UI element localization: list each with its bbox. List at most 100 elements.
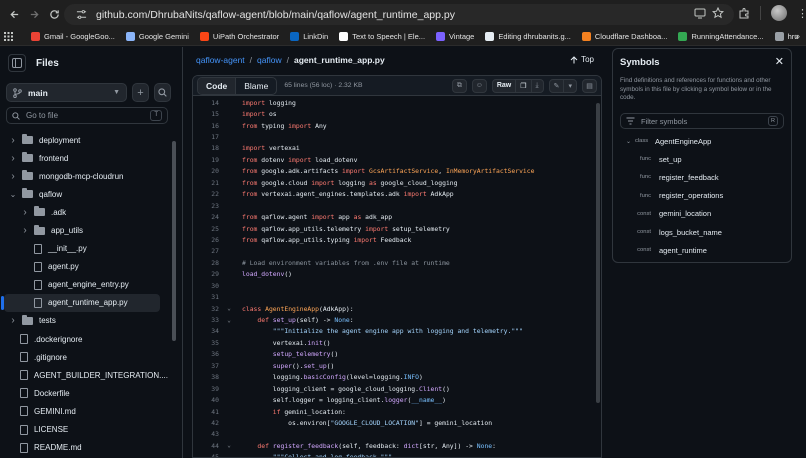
symbol-item[interactable]: const logs_bucket_name bbox=[613, 223, 793, 241]
tree-folder[interactable]: › frontend bbox=[0, 149, 168, 167]
fold-chevron-icon[interactable]: ⌄ bbox=[223, 317, 235, 324]
close-icon[interactable]: ✕ bbox=[775, 55, 784, 68]
tree-file[interactable]: README.md bbox=[0, 439, 168, 457]
search-button[interactable] bbox=[154, 83, 171, 102]
line-number[interactable]: 17 bbox=[193, 133, 223, 141]
copy-raw-button[interactable]: ❐ bbox=[516, 79, 532, 92]
tree-file[interactable]: .gitignore bbox=[0, 348, 168, 366]
edit-button[interactable]: ✎ bbox=[550, 79, 565, 92]
line-number[interactable]: 18 bbox=[193, 144, 223, 152]
filter-symbols-input[interactable]: Filter symbols R bbox=[620, 113, 784, 129]
bookmark-star-icon[interactable] bbox=[712, 7, 724, 19]
back-icon[interactable] bbox=[4, 4, 24, 24]
more-bookmarks-icon[interactable]: » bbox=[795, 31, 800, 41]
address-bar[interactable]: github.com/DhrubaNits/qaflow-agent/blob/… bbox=[64, 4, 734, 25]
line-number[interactable]: 39 bbox=[193, 385, 223, 393]
sidebar-scrollbar[interactable] bbox=[171, 131, 177, 457]
line-number[interactable]: 43 bbox=[193, 430, 223, 438]
bookmark-item[interactable]: RunningAttendance... bbox=[678, 32, 764, 41]
line-number[interactable]: 16 bbox=[193, 122, 223, 130]
bookmark-item[interactable]: Google Gemini bbox=[125, 32, 189, 41]
line-number[interactable]: 44 bbox=[193, 442, 223, 450]
tree-file[interactable]: agent.py bbox=[0, 258, 168, 276]
line-number[interactable]: 45 bbox=[193, 453, 223, 457]
code-scroll-thumb[interactable] bbox=[596, 103, 600, 403]
line-number[interactable]: 32 bbox=[193, 305, 223, 313]
line-number[interactable]: 20 bbox=[193, 167, 223, 175]
bookmark-item[interactable]: UiPath Orchestrator bbox=[199, 32, 279, 41]
collapse-sidebar-button[interactable] bbox=[8, 54, 26, 72]
tree-file[interactable]: .dockerignore bbox=[0, 330, 168, 348]
back-to-top-link[interactable]: Top bbox=[570, 55, 594, 64]
forward-icon[interactable] bbox=[24, 4, 44, 24]
tree-file[interactable]: agent_engine_entry.py bbox=[0, 276, 168, 294]
tree-folder[interactable]: › tests bbox=[0, 312, 168, 330]
line-number[interactable]: 37 bbox=[193, 362, 223, 370]
bookmark-item[interactable]: Vintage bbox=[436, 32, 474, 41]
line-number[interactable]: 23 bbox=[193, 202, 223, 210]
line-number[interactable]: 36 bbox=[193, 350, 223, 358]
sidebar-scroll-thumb[interactable] bbox=[172, 141, 176, 341]
symbol-item[interactable]: func set_up bbox=[613, 150, 793, 168]
code-scrollbar[interactable] bbox=[595, 97, 601, 457]
edit-dropdown-button[interactable]: ▾ bbox=[564, 80, 576, 92]
tree-file[interactable]: LICENSE bbox=[0, 421, 168, 439]
go-to-file-input[interactable]: Go to file T bbox=[6, 107, 168, 124]
fold-chevron-icon[interactable]: ⌄ bbox=[223, 305, 235, 312]
tree-file[interactable]: AGENT_BUILDER_INTEGRATION.... bbox=[0, 366, 168, 384]
tree-file[interactable]: Dockerfile bbox=[0, 384, 168, 402]
breadcrumb-folder-link[interactable]: qaflow bbox=[257, 55, 282, 65]
bookmark-item[interactable]: Gmail - GoogleGoo... bbox=[31, 32, 115, 41]
line-number[interactable]: 29 bbox=[193, 270, 223, 278]
line-number[interactable]: 31 bbox=[193, 293, 223, 301]
line-number[interactable]: 35 bbox=[193, 339, 223, 347]
reload-icon[interactable] bbox=[44, 4, 64, 24]
bookmark-item[interactable]: Cloudflare Dashboa... bbox=[581, 32, 667, 41]
line-number[interactable]: 27 bbox=[193, 247, 223, 255]
line-number[interactable]: 21 bbox=[193, 179, 223, 187]
apps-grid-icon[interactable] bbox=[4, 32, 13, 41]
chevron-right-icon[interactable]: › bbox=[8, 135, 18, 146]
tab-code[interactable]: Code bbox=[198, 77, 237, 94]
add-file-button[interactable]: + bbox=[132, 83, 149, 102]
symbol-item[interactable]: ⌄ class AgentEngineApp bbox=[613, 132, 793, 150]
symbol-item[interactable]: func register_feedback bbox=[613, 168, 793, 186]
tree-file[interactable]: GEMINI.md bbox=[0, 402, 168, 420]
chevron-right-icon[interactable]: › bbox=[8, 153, 18, 164]
tree-folder[interactable]: ⌄ qaflow bbox=[0, 185, 168, 203]
line-number[interactable]: 14 bbox=[193, 99, 223, 107]
tree-folder[interactable]: › deployment bbox=[0, 131, 168, 149]
symbol-item[interactable]: const agent_runtime bbox=[613, 241, 793, 259]
symbols-panel-button[interactable]: ▤ bbox=[582, 78, 597, 93]
line-number[interactable]: 33 bbox=[193, 316, 223, 324]
chevron-down-icon[interactable]: ⌄ bbox=[8, 190, 18, 199]
tree-folder[interactable]: › mongodb-mcp-cloudrun bbox=[0, 167, 168, 185]
line-number[interactable]: 30 bbox=[193, 282, 223, 290]
chevron-down-icon[interactable]: ⌄ bbox=[613, 138, 635, 145]
menu-kebab-icon[interactable]: ⋮ bbox=[797, 7, 806, 20]
tab-blame[interactable]: Blame bbox=[236, 78, 276, 94]
tree-file[interactable]: agent_runtime_app.py bbox=[1, 293, 160, 312]
line-number[interactable]: 24 bbox=[193, 213, 223, 221]
line-number[interactable]: 28 bbox=[193, 259, 223, 267]
line-number[interactable]: 34 bbox=[193, 327, 223, 335]
chevron-right-icon[interactable]: › bbox=[20, 225, 30, 236]
download-button[interactable]: ⤓ bbox=[532, 80, 543, 92]
fold-chevron-icon[interactable]: ⌄ bbox=[223, 442, 235, 449]
tree-folder[interactable]: › .adk bbox=[0, 203, 168, 221]
copilot-button[interactable]: ☺ bbox=[471, 78, 487, 93]
chevron-right-icon[interactable]: › bbox=[8, 171, 18, 182]
symbol-item[interactable]: func register_operations bbox=[613, 187, 793, 205]
line-number[interactable]: 22 bbox=[193, 190, 223, 198]
bookmark-item[interactable]: Editing dhrubanits.g... bbox=[485, 32, 571, 41]
symbol-item[interactable]: const gemini_location bbox=[613, 205, 793, 223]
line-number[interactable]: 40 bbox=[193, 396, 223, 404]
line-number[interactable]: 15 bbox=[193, 110, 223, 118]
line-number[interactable]: 19 bbox=[193, 156, 223, 164]
extensions-icon[interactable] bbox=[738, 7, 750, 19]
line-number[interactable]: 25 bbox=[193, 225, 223, 233]
tree-file[interactable]: __init__.py bbox=[0, 240, 168, 258]
bookmark-item[interactable]: Text to Speech | Ele... bbox=[339, 32, 425, 41]
breadcrumb-repo-link[interactable]: qaflow-agent bbox=[196, 55, 245, 65]
site-info-icon[interactable] bbox=[74, 8, 88, 22]
